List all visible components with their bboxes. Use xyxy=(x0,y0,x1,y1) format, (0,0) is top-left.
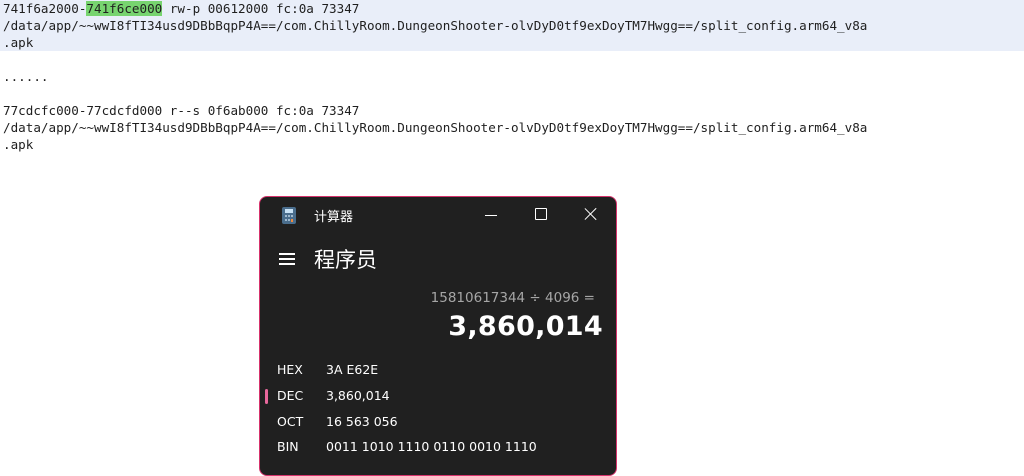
text-line-3: .apk xyxy=(3,35,34,50)
calculator-mode-title: 程序员 xyxy=(314,248,377,272)
base-row-bin[interactable]: BIN 0011 1010 1110 0110 0010 1110 xyxy=(260,435,616,459)
expression-display: 15810617344 ÷ 4096 = xyxy=(430,290,595,306)
base-label-bin: BIN xyxy=(277,439,299,454)
minimize-icon xyxy=(485,215,497,216)
base-value-oct: 16 563 056 xyxy=(326,414,398,429)
address-start: 741f6a2000- xyxy=(3,1,87,16)
base-value-dec: 3,860,014 xyxy=(326,388,390,403)
text-line-1: 741f6a2000-741f6ce000 rw-p 00612000 fc:0… xyxy=(3,0,359,17)
base-label-oct: OCT xyxy=(277,414,304,429)
maximize-button[interactable] xyxy=(518,197,564,233)
minimize-button[interactable] xyxy=(468,197,514,233)
base-label-hex: HEX xyxy=(277,362,303,377)
selected-base-indicator xyxy=(265,389,268,404)
result-display: 3,860,014 xyxy=(448,311,603,342)
text-line-2: /data/app/~~wwI8fTI34usd9DBbBqpP4A==/com… xyxy=(3,18,868,33)
base-row-hex[interactable]: HEX 3A E62E xyxy=(260,358,616,382)
base-label-dec: DEC xyxy=(277,388,304,403)
close-button[interactable] xyxy=(568,197,614,233)
text-line-6: /data/app/~~wwI8fTI34usd9DBbBqpP4A==/com… xyxy=(3,120,868,135)
title-bar[interactable]: 计算器 xyxy=(260,197,616,233)
text-ellipsis: ...... xyxy=(3,69,49,84)
navigation-menu-button[interactable] xyxy=(276,247,300,271)
base-value-bin: 0011 1010 1110 0110 0010 1110 xyxy=(326,439,537,454)
text-line-7: .apk xyxy=(3,137,34,152)
window-title: 计算器 xyxy=(314,210,354,225)
highlighted-address-end: 741f6ce000 xyxy=(86,1,163,16)
base-row-oct[interactable]: OCT 16 563 056 xyxy=(260,410,616,434)
base-value-hex: 3A E62E xyxy=(326,362,379,377)
calculator-window[interactable]: 计算器 程序员 15810617344 ÷ 4096 = 3,860,014 H… xyxy=(259,196,617,476)
text-line-5: 77cdcfc000-77cdcfd000 r--s 0f6ab000 fc:0… xyxy=(3,103,360,118)
maximize-icon xyxy=(535,208,547,220)
mapping-info: rw-p 00612000 fc:0a 73347 xyxy=(162,1,360,16)
calculator-icon xyxy=(282,207,296,224)
hamburger-icon xyxy=(279,253,295,265)
base-row-dec[interactable]: DEC 3,860,014 xyxy=(260,384,616,408)
close-icon xyxy=(584,207,598,221)
